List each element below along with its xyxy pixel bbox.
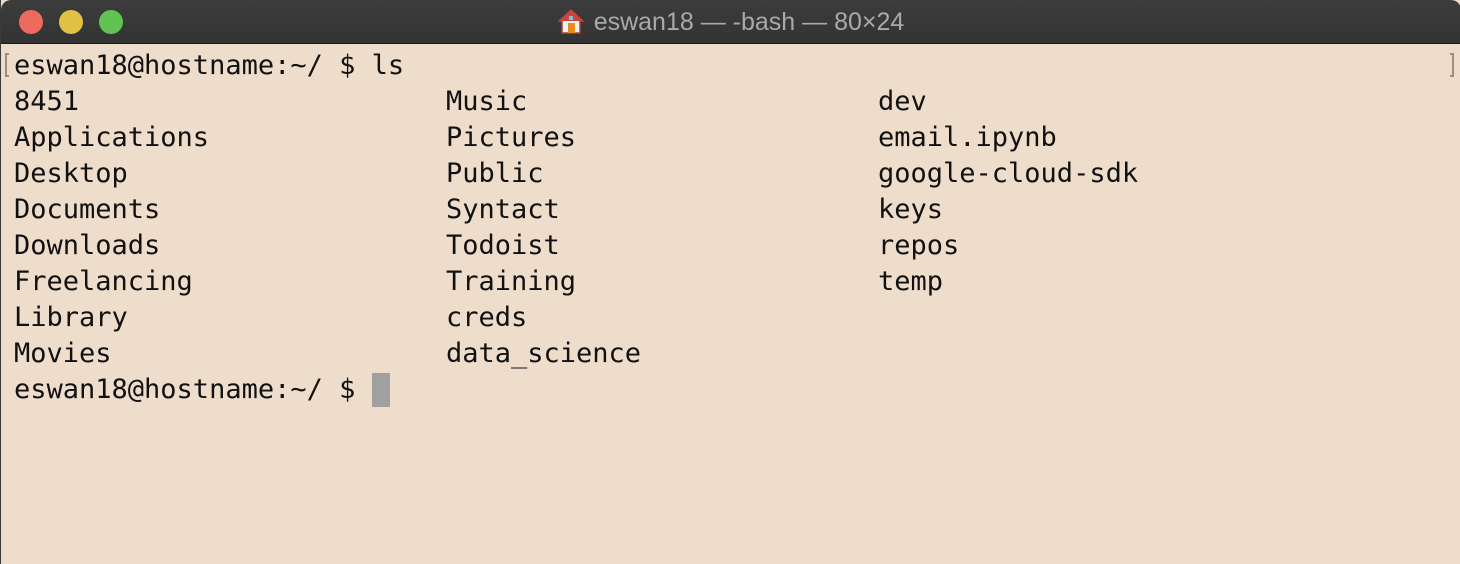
listing-entry: Downloads bbox=[14, 230, 161, 261]
listing-entry: repos bbox=[878, 230, 960, 261]
listing-entry: Training bbox=[446, 266, 577, 297]
mark-bracket-right bbox=[1450, 53, 1454, 77]
text-cursor bbox=[371, 373, 390, 407]
command-line: eswan18@hostname:~/ $ ls bbox=[14, 48, 404, 84]
listing-row: 8451 Music dev bbox=[14, 84, 927, 120]
window-title-text: eswan18 — -bash — 80×24 bbox=[593, 7, 905, 36]
window-title: eswan18 — -bash — 80×24 bbox=[1, 0, 1460, 44]
listing-entry: creds bbox=[446, 302, 528, 333]
prompt: eswan18@hostname:~/ $ bbox=[14, 374, 372, 405]
listing-entry: Desktop bbox=[14, 158, 128, 189]
listing-entry: google-cloud-sdk bbox=[878, 158, 1139, 189]
prompt: eswan18@hostname:~/ $ bbox=[14, 50, 372, 81]
listing-entry: email.ipynb bbox=[878, 122, 1057, 153]
listing-entry: Library bbox=[14, 302, 128, 333]
command: ls bbox=[371, 50, 405, 81]
listing-entry: dev bbox=[878, 86, 927, 117]
listing-entry: data_science bbox=[446, 338, 642, 369]
listing-entry: Movies bbox=[14, 338, 112, 369]
terminal-output[interactable]: eswan18@hostname:~/ $ ls 8451 Music dev App… bbox=[14, 48, 1138, 408]
listing-entry: Applications bbox=[14, 122, 210, 153]
listing-entry: temp bbox=[878, 266, 944, 297]
listing-entry: Documents bbox=[14, 194, 161, 225]
listing-entry: Music bbox=[446, 86, 528, 117]
listing-row: Downloads Todoist repos bbox=[14, 228, 959, 264]
listing-row: Applications Pictures email.ipynb bbox=[14, 120, 1057, 156]
listing-entry: Freelancing bbox=[14, 266, 193, 297]
listing-row: Documents Syntact keys bbox=[14, 192, 943, 228]
listing-row: Library creds bbox=[14, 300, 527, 336]
listing-entry: keys bbox=[878, 194, 944, 225]
terminal-window: eswan18 — -bash — 80×24 eswan18@hostname… bbox=[0, 0, 1460, 564]
title-bar[interactable]: eswan18 — -bash — 80×24 bbox=[1, 0, 1460, 44]
listing-entry: Syntact bbox=[446, 194, 560, 225]
listing-entry: 8451 bbox=[14, 86, 80, 117]
home-icon bbox=[557, 8, 584, 34]
mark-bracket-left bbox=[5, 53, 9, 77]
active-prompt-line[interactable]: eswan18@hostname:~/ $ bbox=[14, 372, 404, 408]
listing-row: Freelancing Training temp bbox=[14, 264, 943, 300]
listing-row: Movies data_science bbox=[14, 336, 641, 372]
listing-row: Desktop Public google-cloud-sdk bbox=[14, 156, 1138, 192]
listing-entry: Pictures bbox=[446, 122, 577, 153]
listing-entry: Todoist bbox=[446, 230, 560, 261]
listing-entry: Public bbox=[446, 158, 544, 189]
